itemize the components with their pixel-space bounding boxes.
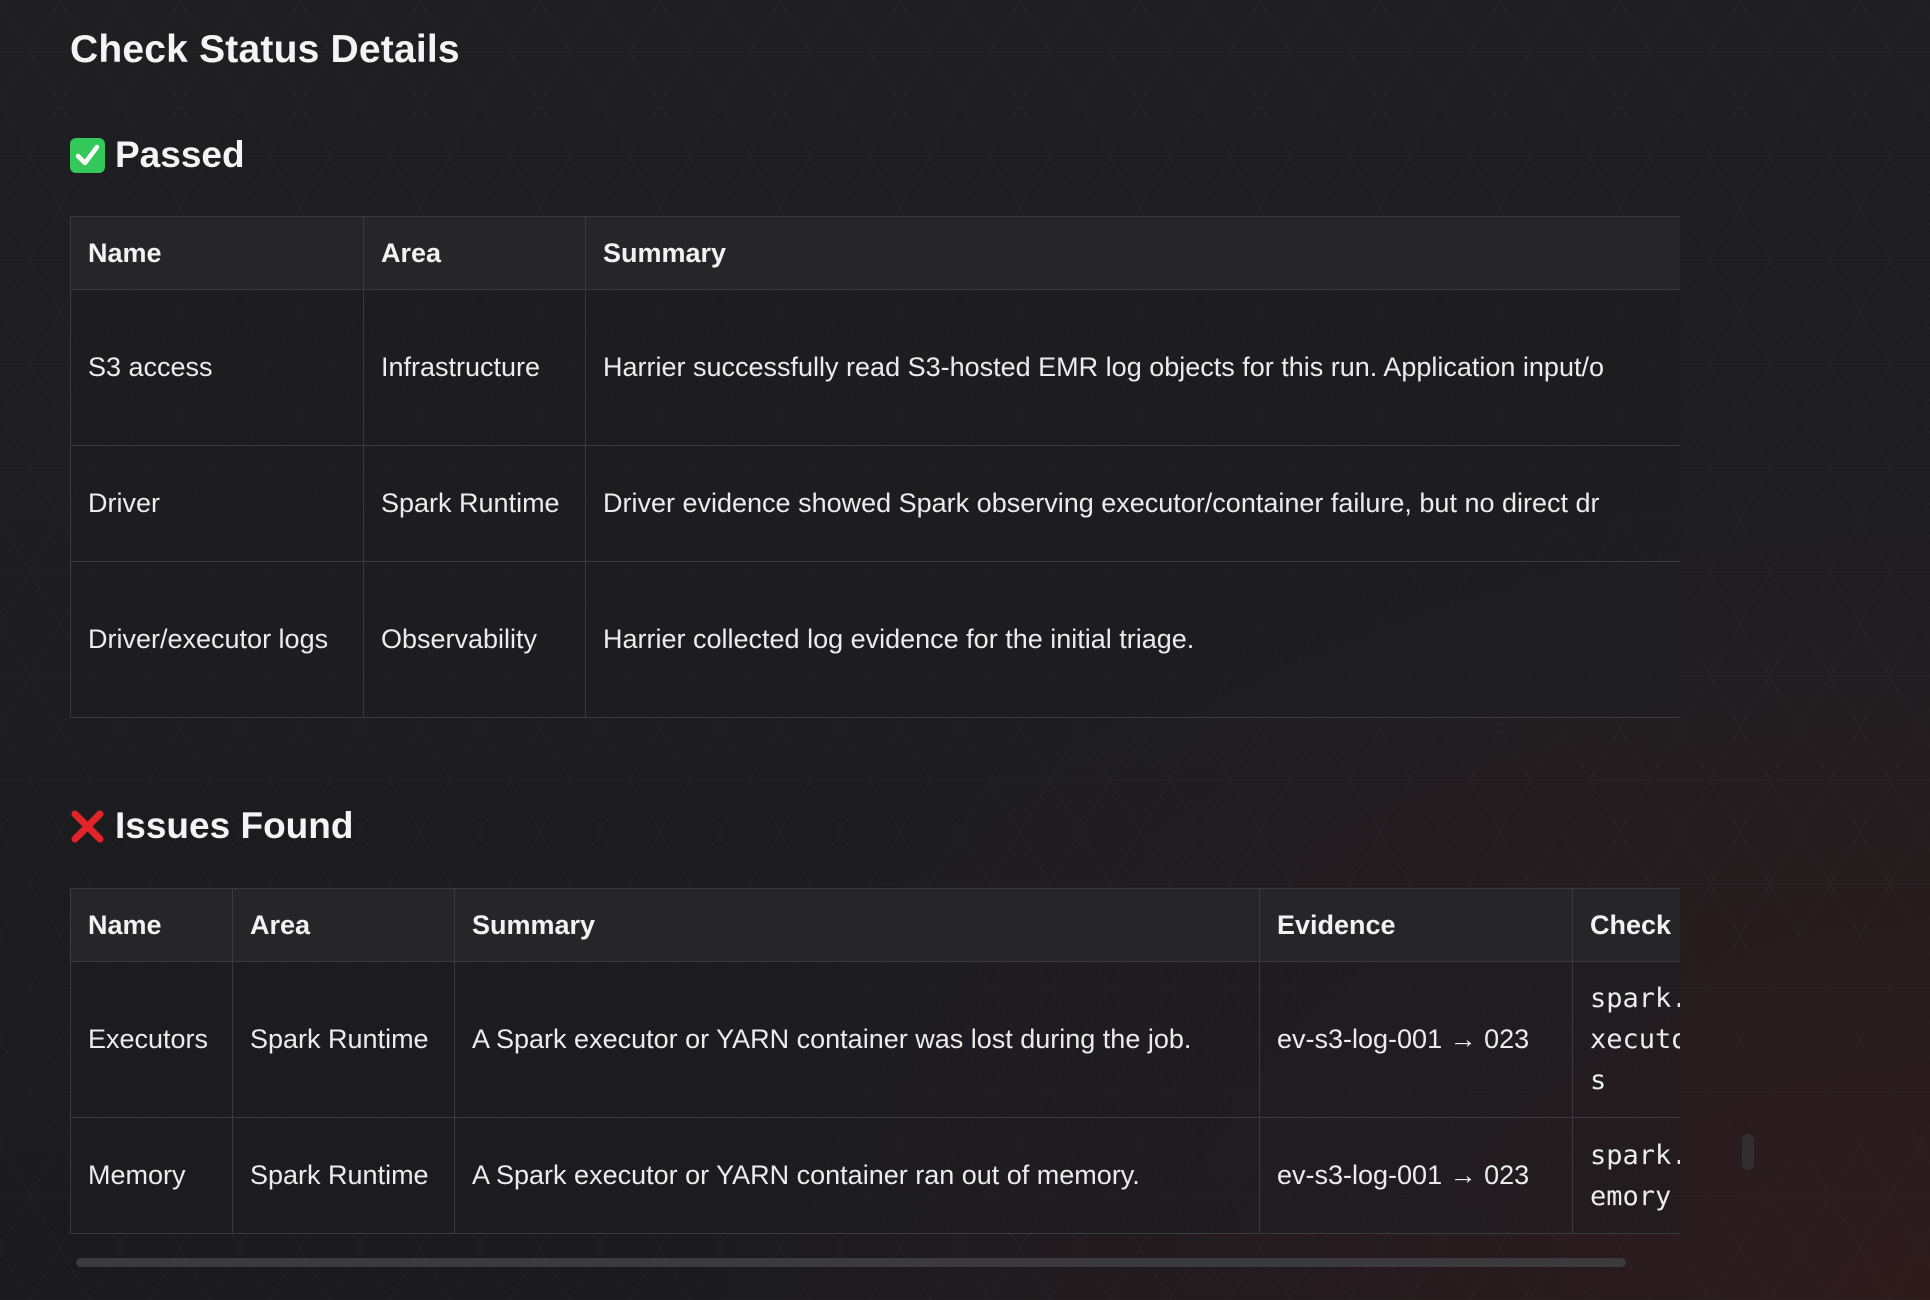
passed-heading: Passed (70, 134, 245, 176)
issues-heading: Issues Found (70, 805, 353, 847)
cell-area: Observability (363, 561, 586, 718)
column-header-name: Name (70, 216, 364, 290)
cell-evidence: ev-s3-log-001 → 023 (1259, 1117, 1573, 1234)
passed-table: Name Area Summary S3 access Infrastructu… (70, 216, 1680, 718)
cell-summary: Driver evidence showed Spark observing e… (585, 445, 1680, 562)
check-mark-button-icon (70, 137, 105, 173)
issues-heading-label: Issues Found (115, 805, 354, 846)
passed-heading-label: Passed (115, 134, 245, 175)
column-header-check: Check (1572, 888, 1680, 962)
cell-evidence: ev-s3-log-001 → 023 (1259, 961, 1573, 1118)
cell-summary: Harrier successfully read S3-hosted EMR … (585, 289, 1680, 446)
horizontal-scrollbar[interactable] (76, 1258, 1626, 1267)
table-header-row: Name Area Summary (70, 216, 1680, 290)
table-row: S3 access Infrastructure Harrier success… (70, 289, 1680, 446)
passed-table-container[interactable]: Name Area Summary S3 access Infrastructu… (70, 216, 1680, 722)
table-header-row: Name Area Summary Evidence Check (70, 888, 1680, 962)
cell-name: Memory (70, 1117, 233, 1234)
table-row: Memory Spark Runtime A Spark executor or… (70, 1117, 1680, 1234)
cross-mark-icon (70, 809, 105, 844)
table-row: Executors Spark Runtime A Spark executor… (70, 961, 1680, 1118)
column-header-area: Area (363, 216, 586, 290)
cell-summary: A Spark executor or YARN container was l… (454, 961, 1260, 1118)
cell-name: Executors (70, 961, 233, 1118)
column-header-summary: Summary (454, 888, 1260, 962)
column-header-summary: Summary (585, 216, 1680, 290)
cell-check: spark. emory (1572, 1117, 1680, 1234)
cell-name: S3 access (70, 289, 364, 446)
column-header-name: Name (70, 888, 233, 962)
page-title: Check Status Details (70, 28, 460, 71)
cell-summary: Harrier collected log evidence for the i… (585, 561, 1680, 718)
cell-check: spark. xecuto s (1572, 961, 1680, 1118)
issues-table-container[interactable]: Name Area Summary Evidence Check Executo… (70, 888, 1680, 1238)
table-row: Driver/executor logs Observability Harri… (70, 561, 1680, 718)
table-row: Driver Spark Runtime Driver evidence sho… (70, 445, 1680, 562)
vertical-scrollbar-thumb[interactable] (1742, 1134, 1754, 1170)
cell-area: Infrastructure (363, 289, 586, 446)
cell-name: Driver/executor logs (70, 561, 364, 718)
cell-area: Spark Runtime (232, 961, 455, 1118)
column-header-evidence: Evidence (1259, 888, 1573, 962)
cell-area: Spark Runtime (232, 1117, 455, 1234)
column-header-area: Area (232, 888, 455, 962)
cell-name: Driver (70, 445, 364, 562)
cell-summary: A Spark executor or YARN container ran o… (454, 1117, 1260, 1234)
issues-table: Name Area Summary Evidence Check Executo… (70, 888, 1680, 1234)
cell-area: Spark Runtime (363, 445, 586, 562)
